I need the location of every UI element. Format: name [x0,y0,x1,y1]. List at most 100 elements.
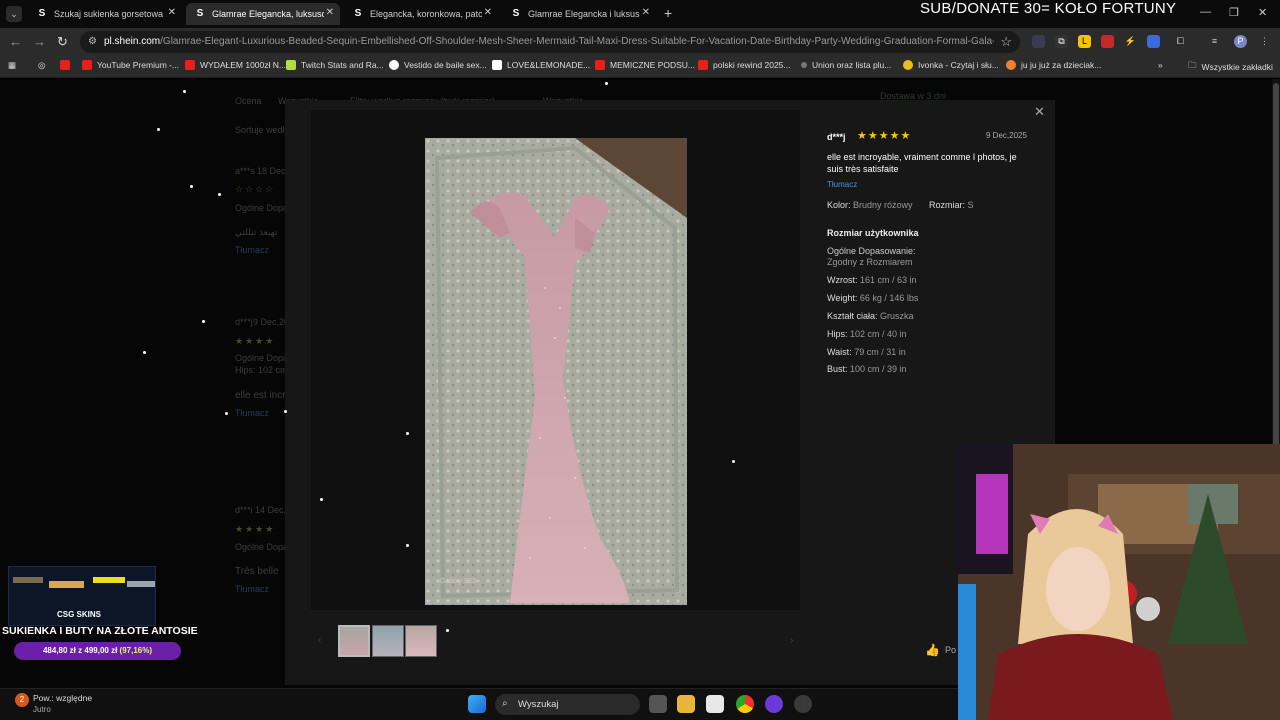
translate-link[interactable]: Tłumacz [235,245,269,255]
taskbar-search[interactable] [495,694,640,715]
extension-icon[interactable] [1147,35,1160,48]
bookmark-wydalem[interactable]: WYDAŁEM 1000zł N... [185,60,286,70]
extension-icon[interactable] [1032,35,1045,48]
bookmark-ivonka[interactable]: Ivonka - Czytaj i słu... [903,60,999,70]
photo-thumbnail-3[interactable] [405,625,437,657]
bookmark-twitch-stats[interactable]: Twitch Stats and Ra... [286,60,384,70]
measurement-weight: Weight: 66 kg / 146 lbs [827,293,919,303]
all-bookmarks-folder[interactable]: 🗀 Wszystkie zakładki [1188,60,1273,74]
shein-icon: S [196,8,204,19]
measurement-body-shape: Kształt ciała: Gruszka [827,311,914,321]
close-icon[interactable]: ✕ [326,7,334,18]
menu-icon[interactable]: ⋮ [1258,35,1271,48]
dress-photo-image [425,138,687,605]
profile-avatar[interactable]: P [1234,35,1247,48]
bookmark-icon[interactable]: ◎ [38,60,45,71]
dot-icon [801,62,807,68]
extension-icon[interactable]: ⚡ [1124,35,1137,48]
forward-icon[interactable]: → [33,34,46,49]
chrome-icon[interactable] [736,695,754,713]
close-icon[interactable]: ✕ [168,7,176,18]
extension-icon[interactable]: ⧉ [1055,35,1068,48]
site-info-icon[interactable]: ⚙ [88,36,97,47]
review-date: 9 Dec,2025 [986,131,1027,140]
snow-particle [284,410,287,413]
tab-search-button[interactable]: ⌄ [6,6,22,22]
tab-title: Szukaj sukienka gorsetowa | SH [54,9,166,19]
tab-title: Elegancka, koronkowa, patchw [370,9,482,19]
app-icon[interactable] [765,695,783,713]
bookmark-polski-rewind[interactable]: polski rewind 2025... [698,60,791,70]
weather-title[interactable]: Pow.: względne [33,693,92,703]
youtube-icon[interactable] [60,60,75,70]
snow-particle [320,498,323,501]
rating-stars: ★★★★ [235,336,276,346]
translate-link[interactable]: Tłumacz [235,584,269,594]
filter-rating[interactable]: Ocena [235,96,262,106]
url-text[interactable]: pl.shein.com/Glamrae-Elegant-Luxurious-B… [104,36,994,47]
tab-4[interactable]: S Glamrae Elegancka i luksusowa ✕ [502,3,656,25]
review-text: elle est incroyable, vraiment comme l ph… [827,152,1017,174]
task-view-icon[interactable] [649,695,667,713]
chevron-left-icon[interactable]: ‹ [318,635,321,646]
tab-title: Glamrae Elegancka i luksusowa [528,9,640,19]
extension-icon[interactable]: L [1078,35,1091,48]
tab-3[interactable]: S Elegancka, koronkowa, patchw ✕ [344,3,498,25]
apps-icon[interactable]: ▦ [8,60,16,71]
chevron-right-icon[interactable]: » [1158,60,1163,70]
bookmark-love-lemonade[interactable]: LOVE&LEMONADE... [492,60,590,70]
translate-link[interactable]: Tłumacz [235,408,269,418]
shein-icon: S [354,8,362,19]
snow-particle [143,351,146,354]
reading-list-icon[interactable]: ≡ [1208,35,1221,48]
translate-link[interactable]: Tłumacz [827,180,857,189]
extension-icon[interactable] [1101,35,1114,48]
tab-strip: ⌄ S Szukaj sukienka gorsetowa | SH ✕ S G… [0,0,1280,28]
close-icon[interactable]: ✕ [642,7,650,18]
snow-particle [202,320,205,323]
sponsor-name: CSG SKINS [57,610,102,619]
close-icon[interactable]: ✕ [484,7,492,18]
shein-icon [492,60,502,70]
address-bar[interactable]: ⚙ pl.shein.com/Glamrae-Elegant-Luxurious… [80,31,1020,53]
back-icon[interactable]: ← [9,34,22,49]
minimize-icon[interactable]: — [1200,6,1211,18]
search-icon: ⌕ [502,698,508,709]
snow-particle [183,90,186,93]
new-tab-button[interactable]: + [664,5,672,21]
weather-subtitle[interactable]: Jutro [33,705,51,714]
store-icon[interactable] [706,695,724,713]
start-icon[interactable] [468,695,486,713]
bookmark-memiczne[interactable]: MEMICZNE PODSU... [595,60,695,70]
snow-particle [406,432,409,435]
reload-icon[interactable]: ↻ [57,34,68,50]
close-icon[interactable]: ✕ [1034,104,1045,120]
globe-icon [389,60,399,70]
restore-icon[interactable]: ❐ [1229,6,1239,19]
photo-thumbnail-2[interactable] [372,625,404,657]
settings-icon[interactable] [794,695,812,713]
bookmark-youtube-premium[interactable]: YouTube Premium -... [82,60,179,70]
review-photo[interactable] [425,138,687,605]
review-user: d***i [235,505,253,515]
tab-1[interactable]: S Szukaj sukienka gorsetowa | SH ✕ [28,3,182,25]
extensions-puzzle-icon[interactable]: ⧠ [1174,35,1187,48]
review-size: Rozmiar: S [929,200,974,210]
review-user: d***j [235,317,253,327]
tab-title: Glamrae Elegancka, luksusowa, [212,9,324,19]
file-explorer-icon[interactable] [677,695,695,713]
bookmark-union[interactable]: Union oraz lista plu... [801,60,891,70]
goal-title: SUKIENKA I BUTY NA ZŁOTE ANTOSIE [2,625,198,637]
photo-thumbnail-1[interactable] [338,625,370,657]
bookmark-vestido[interactable]: Vestido de baile sex... [389,60,487,70]
tab-2[interactable]: S Glamrae Elegancka, luksusowa, ✕ [186,3,340,25]
chevron-right-icon[interactable]: › [790,635,793,646]
thumbs-up-icon[interactable]: 👍 [925,643,940,657]
snow-particle [225,412,228,415]
webcam-feed [958,444,1280,720]
helpful-label[interactable]: Po [945,645,956,655]
bookmark-ju-ju[interactable]: ju ju już za dzieciak... [1006,60,1101,70]
bookmark-star-icon[interactable]: ☆ [1000,34,1012,50]
close-window-icon[interactable]: ✕ [1258,6,1267,19]
weather-icon[interactable]: 2 [15,693,29,707]
